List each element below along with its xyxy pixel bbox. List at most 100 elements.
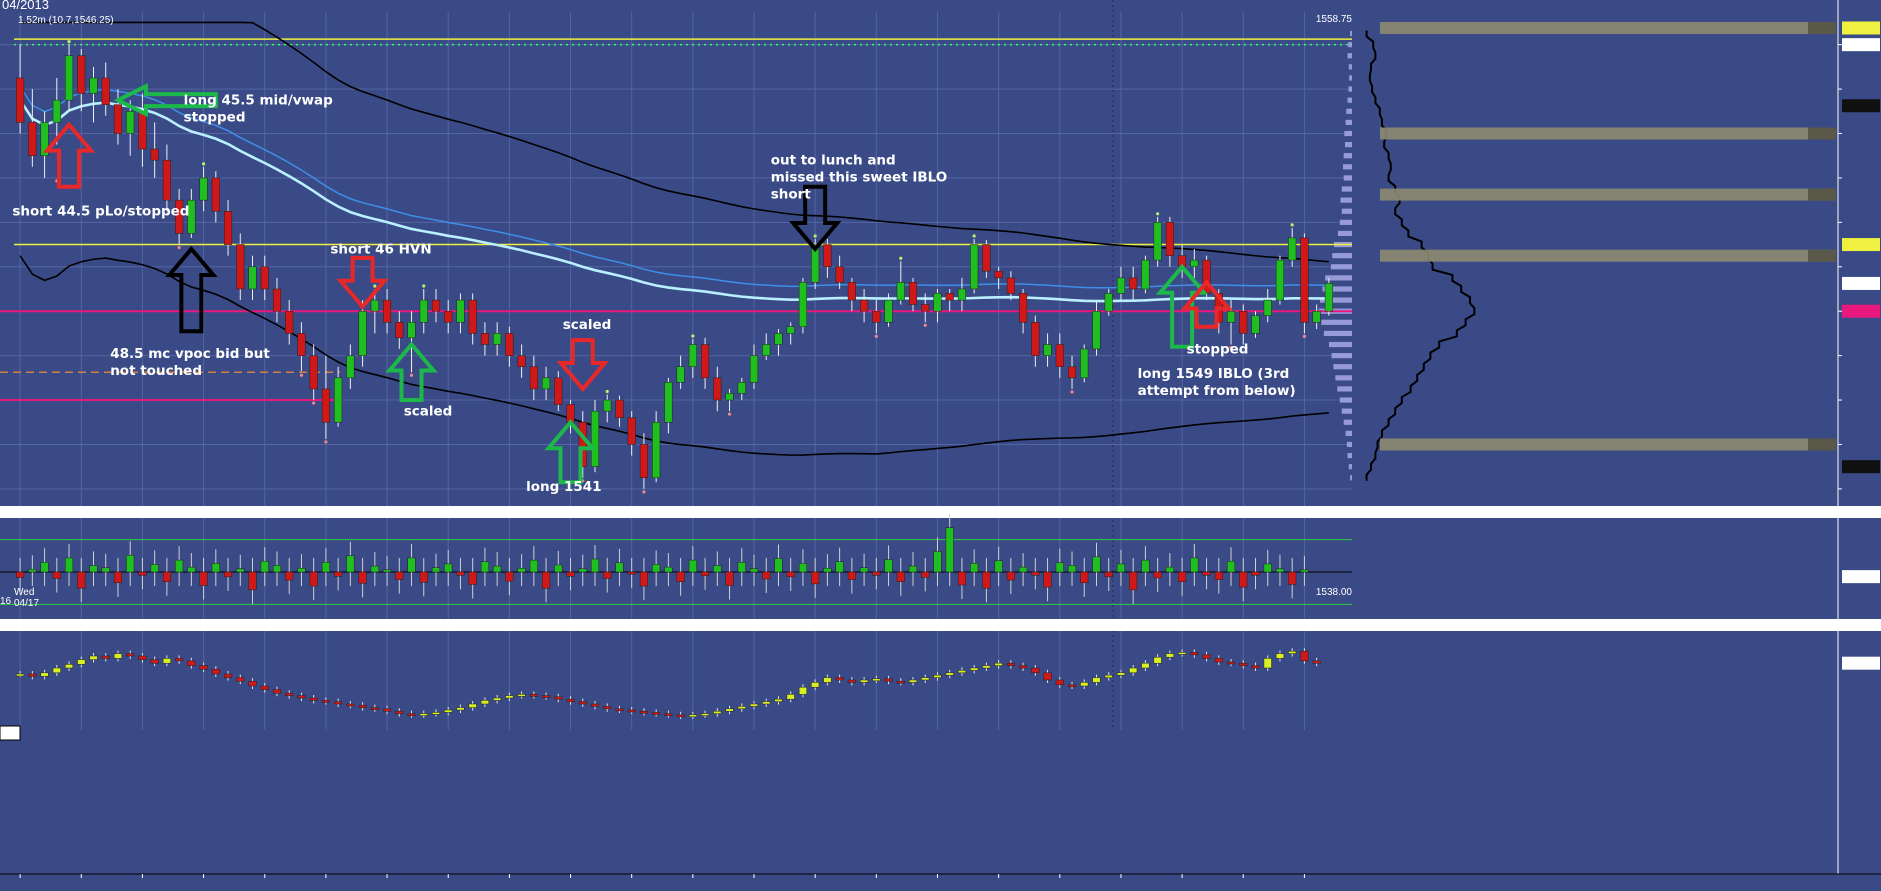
tick-bar xyxy=(933,551,942,573)
candle-body xyxy=(285,310,294,334)
candle[interactable] xyxy=(1141,255,1150,294)
annotation-line: short xyxy=(771,187,812,203)
tick-bar xyxy=(542,571,551,589)
jigt-bar xyxy=(847,679,856,683)
candle-body xyxy=(456,299,465,323)
jigt-bar xyxy=(701,713,710,716)
extreme-dot xyxy=(923,323,927,327)
tick-bar xyxy=(652,564,661,573)
tick-bar xyxy=(1178,571,1187,582)
jigt-bar xyxy=(1129,667,1138,674)
candle[interactable] xyxy=(1153,216,1162,267)
tick-bar xyxy=(566,571,575,577)
jigt-bar xyxy=(737,706,746,710)
hvn-tag xyxy=(1808,21,1836,34)
jigt-bar xyxy=(994,662,1003,666)
hvn-zone xyxy=(1380,249,1836,262)
profile-bar xyxy=(1330,264,1352,270)
candle-body xyxy=(64,55,74,101)
profile-bar xyxy=(1343,164,1352,170)
jigt-bar xyxy=(175,658,184,662)
jigt-bar xyxy=(236,677,245,682)
hvn-zone xyxy=(1380,21,1836,34)
jigt-bar xyxy=(505,695,514,699)
candle[interactable] xyxy=(970,239,979,294)
profile-bar xyxy=(1343,419,1352,425)
tick-bar xyxy=(150,564,159,573)
candle-body xyxy=(89,77,98,94)
extreme-dot xyxy=(373,284,377,288)
candle-body xyxy=(664,382,673,423)
jigt-bar xyxy=(493,697,502,701)
tick-bar xyxy=(64,557,74,573)
profile-bar xyxy=(1341,208,1352,214)
candle-body xyxy=(1129,277,1138,290)
candle-body xyxy=(150,148,159,161)
candle-body xyxy=(248,266,257,290)
candle-body xyxy=(383,299,392,323)
jigt-bar xyxy=(1141,662,1150,669)
jigt-bar xyxy=(823,677,832,683)
candle-body xyxy=(1226,310,1236,323)
candle[interactable] xyxy=(1080,344,1089,383)
candle[interactable] xyxy=(1275,255,1285,305)
jigt-bar xyxy=(1092,677,1101,683)
profile-bar xyxy=(1340,197,1352,203)
jigt-bar xyxy=(334,701,343,705)
candle-body xyxy=(737,382,746,394)
jigt-current-tag xyxy=(1842,656,1880,670)
scroll-box-icon[interactable] xyxy=(0,725,21,741)
profile-bar xyxy=(1331,353,1352,359)
candle-body xyxy=(1116,277,1125,294)
tick-bar xyxy=(199,571,208,586)
jigt-bar xyxy=(590,703,600,707)
tick-bar xyxy=(749,568,759,573)
tick-bar xyxy=(162,571,171,582)
annotation-text: long 1541 xyxy=(526,479,601,495)
price-tag xyxy=(1842,304,1880,318)
tick-bar xyxy=(187,566,196,573)
profile-bar xyxy=(1321,319,1352,325)
tick-bar xyxy=(1263,563,1272,573)
extreme-dot xyxy=(1302,334,1307,339)
tick-bar xyxy=(138,571,147,576)
jigt-bar xyxy=(224,673,233,678)
tick-bar xyxy=(272,565,282,573)
candle-body xyxy=(676,366,685,383)
candle-body xyxy=(945,293,954,301)
candle-body xyxy=(1043,344,1052,356)
candle-body xyxy=(1263,299,1272,316)
candle-body xyxy=(444,310,453,323)
jigt-bar xyxy=(395,710,404,714)
extreme-dot xyxy=(899,256,903,260)
annotation-text: short 46 HVN xyxy=(330,241,431,257)
tick-bar xyxy=(431,567,441,573)
tick-bar xyxy=(774,558,783,573)
jigt-bar xyxy=(529,694,538,697)
tick-bar xyxy=(126,555,135,573)
session-date: 04/17 xyxy=(14,598,39,609)
tick-bar xyxy=(860,567,869,573)
extreme-dot xyxy=(422,284,426,288)
candle-body xyxy=(529,366,538,390)
jigt-bar xyxy=(1031,667,1040,674)
candle[interactable] xyxy=(1300,233,1309,334)
candle[interactable] xyxy=(1324,277,1333,316)
profile-bar xyxy=(1345,119,1352,125)
profile-bar xyxy=(1343,175,1352,181)
tick-bar xyxy=(419,571,428,583)
candle[interactable] xyxy=(798,277,807,334)
profile-bar xyxy=(1323,330,1352,337)
tick-header-bar xyxy=(0,506,1881,518)
tick-bar xyxy=(615,562,624,573)
jigt-bar xyxy=(762,701,771,705)
extreme-dot xyxy=(874,334,878,339)
jigt-bar xyxy=(138,655,147,660)
candle-body xyxy=(713,377,722,401)
jigt-bar xyxy=(211,668,220,675)
jigt-bar xyxy=(603,706,612,710)
tick-bar xyxy=(346,555,355,573)
profile-bar xyxy=(1347,452,1352,459)
jigt-bar xyxy=(774,698,783,702)
jigt-bar xyxy=(187,660,196,666)
